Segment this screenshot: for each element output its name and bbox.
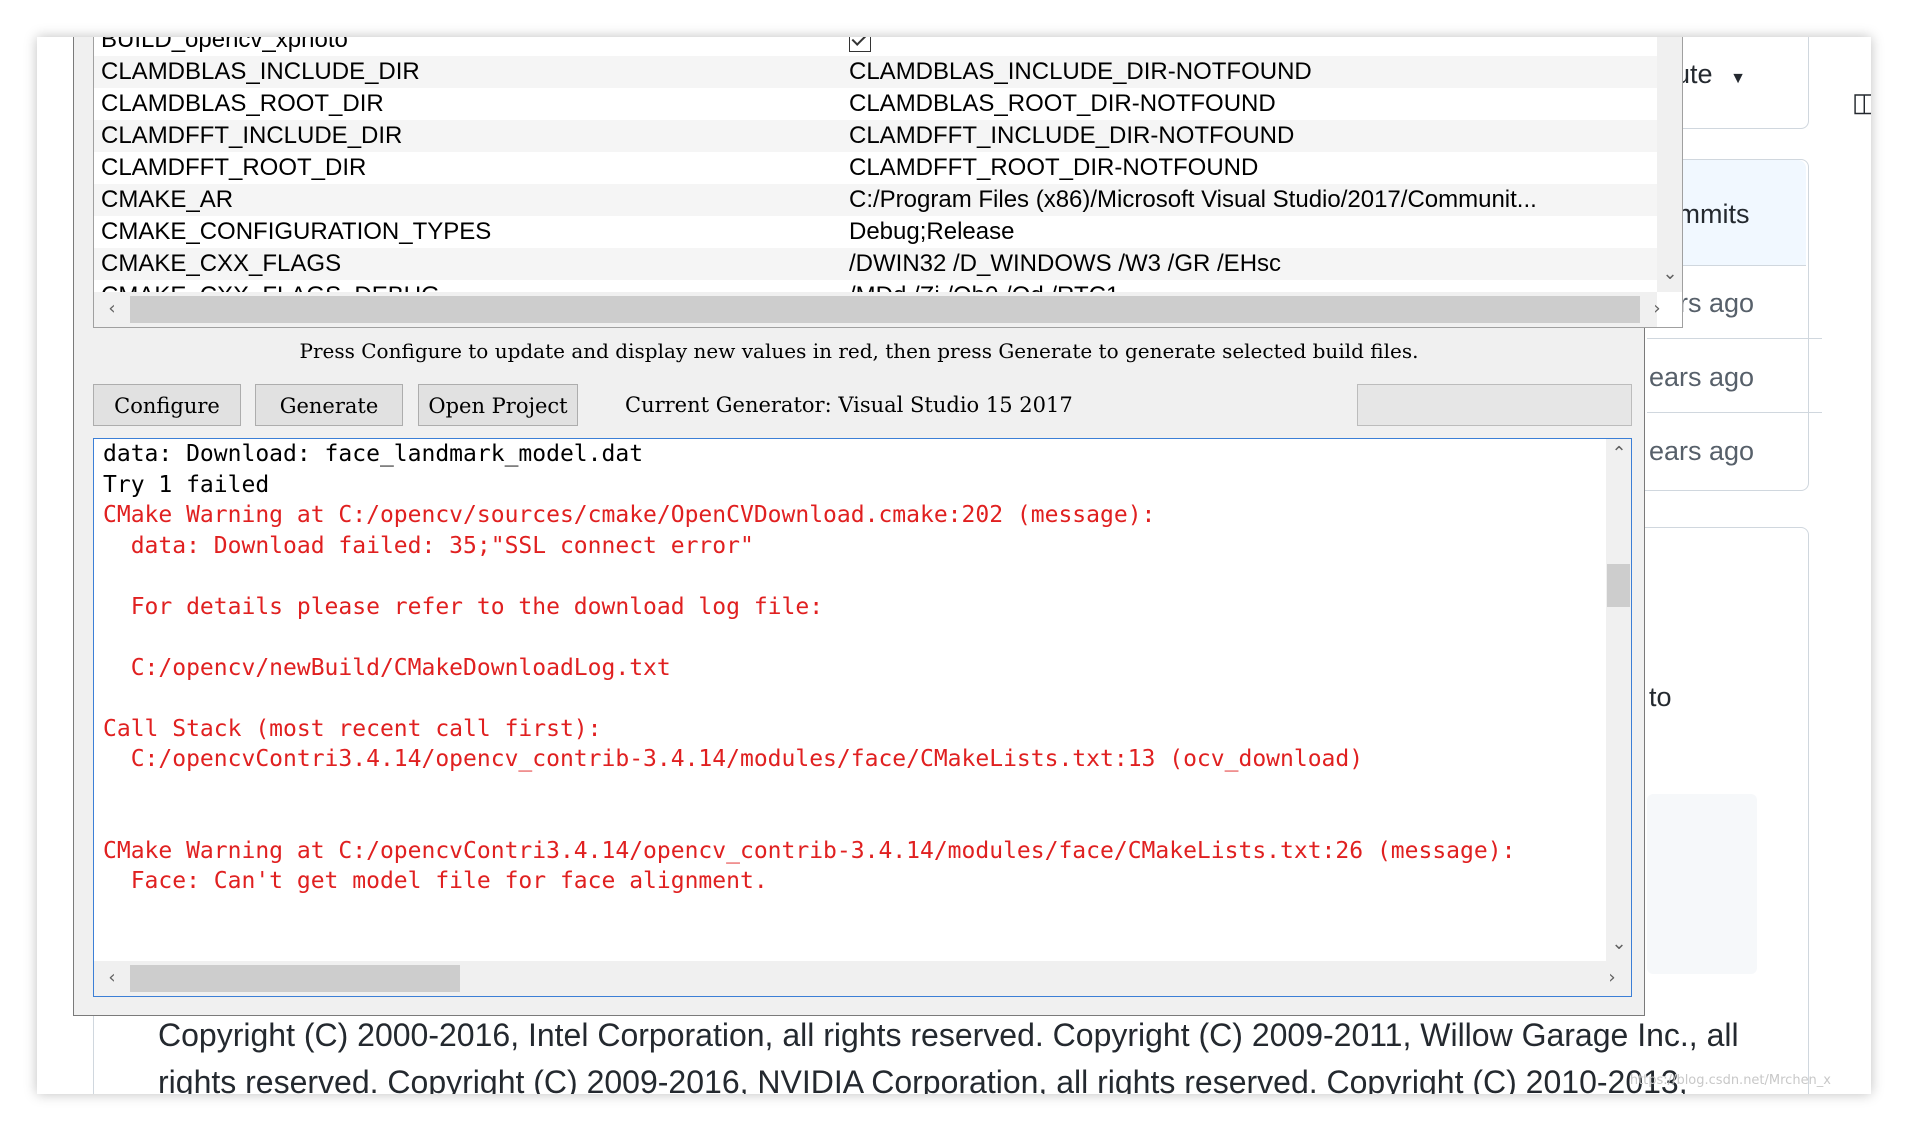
scroll-left-icon[interactable]: ‹ bbox=[99, 968, 125, 988]
output-hscroll-thumb[interactable] bbox=[130, 965, 460, 992]
cache-entry-value[interactable]: CLAMDFFT_ROOT_DIR-NOTFOUND bbox=[849, 152, 1649, 184]
cache-row[interactable]: CMAKE_CXX_FLAGS/DWIN32 /D_WINDOWS /W3 /G… bbox=[94, 248, 1657, 280]
scroll-down-icon[interactable]: ⌄ bbox=[1606, 934, 1631, 954]
output-scroll-thumb[interactable] bbox=[1607, 564, 1630, 607]
cache-entry-value[interactable]: CLAMDFFT_INCLUDE_DIR-NOTFOUND bbox=[849, 120, 1649, 152]
cache-entry-name: CMAKE_CONFIGURATION_TYPES bbox=[101, 218, 492, 245]
output-line: For details please refer to the download… bbox=[103, 593, 824, 620]
cache-entry-value[interactable] bbox=[849, 37, 1649, 56]
output-line: CMake Warning at C:/opencvContri3.4.14/o… bbox=[103, 837, 1516, 864]
book-icon: ◫ bbox=[1852, 87, 1871, 117]
cache-row[interactable]: CLAMDBLAS_ROOT_DIR CLAMDBLAS_ROOT_DIR-NOT… bbox=[94, 88, 1657, 120]
output-line: C:/opencv/newBuild/CMakeDownloadLog.txt bbox=[103, 654, 671, 681]
cache-row[interactable]: CLAMDFFT_INCLUDE_DIR CLAMDFFT_INCLUDE_DIR… bbox=[94, 120, 1657, 152]
scroll-down-icon[interactable]: ⌄ bbox=[1657, 264, 1682, 284]
scroll-right-icon[interactable]: › bbox=[1644, 299, 1670, 319]
output-line: C:/opencvContri3.4.14/opencv_contrib-3.4… bbox=[103, 746, 1364, 772]
output-line: CMake Warning at C:/opencv/sources/cmake… bbox=[103, 502, 1156, 528]
commit-time: ears ago bbox=[1649, 436, 1755, 466]
cache-entry-value[interactable]: CLAMDBLAS_ROOT_DIR-NOTFOUND bbox=[849, 88, 1649, 120]
license-line-2: rights reserved. Copyright (C) 2009-2016… bbox=[158, 1064, 1688, 1094]
scroll-left-icon[interactable]: ‹ bbox=[99, 299, 125, 319]
commit-time: ears ago bbox=[1649, 362, 1755, 392]
cache-row[interactable]: CLAMDFFT_ROOT_DIR CLAMDFFT_ROOT_DIR-NOTFO… bbox=[94, 152, 1657, 184]
checkbox-checked-icon[interactable] bbox=[849, 37, 871, 52]
configure-button[interactable]: Configure bbox=[93, 384, 241, 426]
cache-entry-value[interactable]: C:/Program Files (x86)/Microsoft Visual … bbox=[849, 184, 1649, 216]
cache-entry-value[interactable]: CLAMDBLAS_INCLUDE_DIR-NOTFOUND bbox=[849, 56, 1649, 88]
output-line: data: Download failed: 35;"SSL connect e… bbox=[103, 532, 754, 559]
current-generator: Current Generator: Visual Studio 15 2017 bbox=[625, 393, 1073, 417]
cache-row[interactable]: BUILD_opencv_xphoto bbox=[94, 37, 1657, 56]
output-line: data: Download: face_landmark_model.dat bbox=[103, 441, 644, 467]
cache-row[interactable]: CMAKE_AR C:/Program Files (x86)/Microsoft… bbox=[94, 184, 1657, 216]
output-log[interactable]: data: Download: face_landmark_model.dat T… bbox=[93, 438, 1632, 997]
generate-button[interactable]: Generate bbox=[255, 384, 403, 426]
scroll-up-icon[interactable]: ⌃ bbox=[1606, 444, 1631, 464]
cache-entry-value[interactable]: /DWIN32 /D_WINDOWS /W3 /GR /EHsc bbox=[849, 248, 1649, 280]
watermark: https://blog.csdn.net/Mrchen_x bbox=[1629, 1073, 1831, 1088]
cache-row[interactable]: CMAKE_CONFIGURATION_TYPES Debug;Release bbox=[94, 216, 1657, 248]
cache-entry-name: CLAMDFFT_INCLUDE_DIR bbox=[101, 122, 403, 149]
license-line-1: Copyright (C) 2000-2016, Intel Corporati… bbox=[158, 1017, 1739, 1053]
cache-row[interactable]: CLAMDBLAS_INCLUDE_DIR CLAMDBLAS_INCLUDE_D… bbox=[94, 56, 1657, 88]
open-project-button[interactable]: Open Project bbox=[418, 384, 578, 426]
output-line: Face: Can't get model file for face alig… bbox=[103, 868, 768, 894]
cache-entry-name: CMAKE_CXX_FLAGS bbox=[101, 250, 342, 277]
partial-text: to bbox=[1649, 682, 1672, 712]
caret-down-icon: ▼ bbox=[1730, 70, 1746, 87]
code-block bbox=[1647, 794, 1757, 974]
table-scroll-thumb[interactable] bbox=[130, 296, 1640, 323]
cache-entry-name: CLAMDBLAS_INCLUDE_DIR bbox=[101, 58, 420, 85]
cmake-window: BUILD_opencv_xphoto CLAMDBLAS_INCLUDE_DIR… bbox=[73, 37, 1683, 1016]
screen: ribute ▼ ◫ commits ears ago ears ago ear… bbox=[37, 37, 1871, 1094]
output-vertical-scrollbar[interactable]: ⌃ ⌄ bbox=[1606, 439, 1631, 961]
configure-hint: Press Configure to update and display ne… bbox=[299, 339, 1419, 363]
output-line: Call Stack (most recent call first): bbox=[103, 715, 602, 742]
progress-bar bbox=[1357, 384, 1632, 426]
output-line: Try 1 failed bbox=[103, 471, 270, 498]
scroll-right-icon[interactable]: › bbox=[1599, 968, 1625, 988]
cache-entry-name: CLAMDBLAS_ROOT_DIR bbox=[101, 90, 384, 117]
table-horizontal-scrollbar[interactable]: ‹ › bbox=[94, 292, 1661, 327]
cache-table[interactable]: BUILD_opencv_xphoto CLAMDBLAS_INCLUDE_DIR… bbox=[93, 37, 1683, 328]
cache-entry-value[interactable]: Debug;Release bbox=[849, 216, 1649, 248]
cache-entry-name: CLAMDFFT_ROOT_DIR bbox=[101, 154, 367, 181]
output-horizontal-scrollbar[interactable]: ‹ › bbox=[94, 961, 1631, 996]
table-vertical-scrollbar[interactable]: ⌄ bbox=[1657, 37, 1682, 292]
cache-entry-name: CMAKE_AR bbox=[101, 186, 234, 213]
cache-entry-name: BUILD_opencv_xphoto bbox=[101, 37, 348, 53]
